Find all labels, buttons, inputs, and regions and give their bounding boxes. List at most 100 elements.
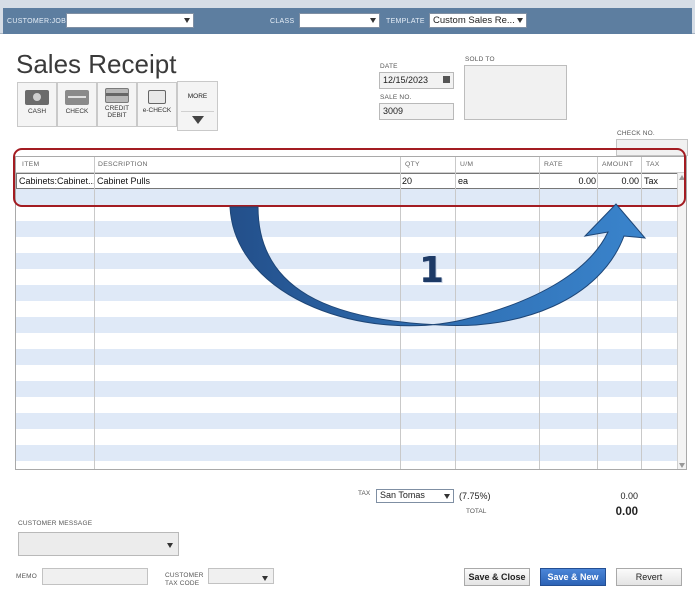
table-row[interactable] <box>16 397 686 413</box>
memo-label: MEMO <box>16 573 38 580</box>
tax-item-value: San Tomas <box>380 490 425 500</box>
cell-amount[interactable]: 0.00 <box>600 176 639 186</box>
sale-no-label: SALE NO. <box>380 94 412 101</box>
chevron-down-icon <box>444 494 450 499</box>
class-label: CLASS <box>270 18 295 25</box>
class-dropdown[interactable] <box>299 13 380 28</box>
tax-item-dropdown[interactable]: San Tomas <box>376 489 454 503</box>
column-header-qty: QTY <box>405 161 420 168</box>
column-header-tax: TAX <box>646 161 660 168</box>
column-header-description: DESCRIPTION <box>98 161 148 168</box>
echeck-button[interactable]: e-CHECK <box>137 82 177 127</box>
check-no-label: CHECK NO. <box>617 130 655 137</box>
scroll-up-icon[interactable] <box>679 175 685 180</box>
column-divider <box>539 157 540 469</box>
revert-button[interactable]: Revert <box>616 568 682 586</box>
column-header-rate: RATE <box>544 161 563 168</box>
cash-icon <box>25 90 49 105</box>
chevron-down-icon <box>370 18 376 23</box>
echeck-label: e-CHECK <box>142 107 172 114</box>
template-dropdown[interactable]: Custom Sales Re... <box>429 13 527 28</box>
column-divider <box>641 157 642 469</box>
column-divider <box>455 157 456 469</box>
cell-rate[interactable]: 0.00 <box>542 176 596 186</box>
table-row[interactable] <box>16 205 686 221</box>
credit-card-icon <box>105 88 129 103</box>
save-close-button[interactable]: Save & Close <box>464 568 530 586</box>
table-row[interactable] <box>16 365 686 381</box>
cell-qty[interactable]: 20 <box>402 176 452 186</box>
table-row[interactable] <box>16 253 686 269</box>
chevron-down-icon <box>517 18 523 23</box>
table-row[interactable] <box>16 269 686 285</box>
column-header-amount: AMOUNT <box>602 161 634 168</box>
table-row[interactable] <box>16 461 686 469</box>
date-field[interactable]: 12/15/2023 <box>379 72 454 89</box>
triangle-down-icon <box>192 116 204 124</box>
cash-label: CASH <box>27 108 47 115</box>
sale-no-value: 3009 <box>383 106 404 116</box>
cell-um[interactable]: ea <box>458 176 538 186</box>
customer-message-dropdown[interactable] <box>18 532 179 556</box>
template-value: Custom Sales Re... <box>433 15 515 26</box>
step-number: 1 <box>419 250 445 291</box>
check-no-field[interactable] <box>616 139 688 156</box>
column-divider <box>94 157 95 469</box>
table-row[interactable] <box>16 445 686 461</box>
table-row[interactable] <box>16 333 686 349</box>
table-row[interactable] <box>16 381 686 397</box>
table-row[interactable] <box>16 285 686 301</box>
customer-job-dropdown[interactable] <box>66 13 194 28</box>
table-row[interactable] <box>16 429 686 445</box>
cell-item[interactable]: Cabinets:Cabinet... <box>19 176 94 186</box>
table-row[interactable] <box>16 413 686 429</box>
total-amount: 0.00 <box>615 506 638 518</box>
cash-button[interactable]: CASH <box>17 82 57 127</box>
table-row[interactable] <box>16 237 686 253</box>
sold-to-label: SOLD TO <box>465 56 495 63</box>
column-divider <box>400 157 401 469</box>
more-label: MORE <box>187 93 208 100</box>
scroll-down-icon[interactable] <box>679 463 685 468</box>
credit-debit-label: CREDIT DEBIT <box>104 105 130 119</box>
template-label: TEMPLATE <box>386 18 425 25</box>
table-row[interactable] <box>16 301 686 317</box>
customer-tax-code-label: CUSTOMER <box>165 572 204 579</box>
cell-tax[interactable]: Tax <box>644 176 676 186</box>
table-row[interactable] <box>16 349 686 365</box>
credit-debit-button[interactable]: CREDIT DEBIT <box>97 82 137 127</box>
tax-amount: 0.00 <box>620 491 638 501</box>
save-new-button[interactable]: Save & New <box>540 568 606 586</box>
column-header-item: ITEM <box>22 161 40 168</box>
tax-rate: (7.75%) <box>459 491 491 501</box>
check-button[interactable]: CHECK <box>57 82 97 127</box>
calendar-icon[interactable] <box>443 76 450 83</box>
echeck-icon <box>148 90 166 104</box>
table-header: ITEM DESCRIPTION QTY U/M RATE AMOUNT TAX <box>16 157 686 173</box>
page-title: Sales Receipt <box>16 49 177 79</box>
divider <box>181 111 214 112</box>
check-icon <box>65 90 89 105</box>
date-value: 12/15/2023 <box>383 75 429 85</box>
sold-to-field[interactable] <box>464 65 567 120</box>
table-row[interactable] <box>16 221 686 237</box>
check-label: CHECK <box>65 108 89 115</box>
table-row[interactable]: Cabinets:Cabinet... Cabinet Pulls 20 ea … <box>16 173 678 189</box>
date-label: DATE <box>380 63 398 70</box>
chevron-down-icon <box>184 18 190 23</box>
cell-description[interactable]: Cabinet Pulls <box>97 176 397 186</box>
table-row[interactable] <box>16 317 686 333</box>
chevron-down-icon <box>262 576 268 581</box>
table-row[interactable] <box>16 189 686 205</box>
line-items-table: ITEM DESCRIPTION QTY U/M RATE AMOUNT TAX… <box>15 156 687 470</box>
sale-no-field[interactable]: 3009 <box>379 103 454 120</box>
customer-tax-code-label-2: TAX CODE <box>165 580 200 587</box>
tax-label: TAX <box>358 490 371 497</box>
column-divider <box>597 157 598 469</box>
more-button[interactable]: MORE <box>177 81 218 131</box>
chevron-down-icon <box>167 543 173 548</box>
memo-field[interactable] <box>42 568 148 585</box>
table-scrollbar[interactable] <box>677 173 686 469</box>
customer-tax-code-dropdown[interactable] <box>208 568 274 584</box>
customer-message-label: CUSTOMER MESSAGE <box>18 520 93 527</box>
